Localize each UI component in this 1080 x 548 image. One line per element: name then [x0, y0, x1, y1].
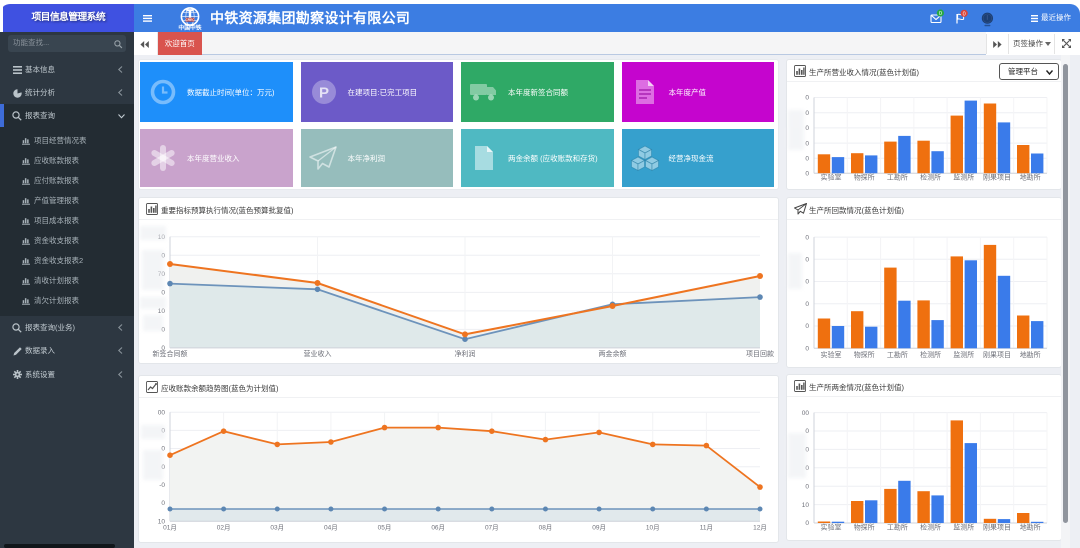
svg-text:08月: 08月: [539, 524, 553, 532]
svg-text:00: 00: [158, 409, 166, 416]
svg-text:两金余额: 两金余额: [599, 349, 627, 358]
svg-text:0: 0: [161, 500, 165, 507]
svg-text:中国中铁: 中国中铁: [178, 24, 201, 32]
svg-text:地勘所: 地勘所: [1020, 350, 1041, 359]
svg-text:0: 0: [805, 323, 809, 330]
svg-text:0: 0: [805, 279, 809, 286]
svg-text:刚果项目: 刚果项目: [983, 173, 1011, 182]
svg-text:工勘所: 工勘所: [887, 173, 908, 182]
svg-text:12月: 12月: [753, 524, 767, 532]
svg-text:工勘所: 工勘所: [887, 523, 908, 532]
svg-text:09月: 09月: [592, 524, 606, 532]
svg-text:0: 0: [805, 234, 809, 241]
svg-text:-0: -0: [159, 482, 165, 489]
svg-text:地勘所: 地勘所: [1020, 523, 1041, 532]
svg-text:05月: 05月: [378, 524, 392, 532]
svg-text:0: 0: [805, 301, 809, 308]
svg-text:刚果项目: 刚果项目: [983, 350, 1011, 359]
svg-text:实验室: 实验室: [821, 173, 842, 182]
svg-text:0: 0: [805, 257, 809, 264]
svg-text:06月: 06月: [431, 524, 445, 532]
svg-text:0: 0: [805, 170, 809, 177]
svg-text:00: 00: [802, 410, 810, 417]
svg-text:监测所: 监测所: [953, 523, 974, 532]
svg-text:项目回款: 项目回款: [746, 349, 774, 358]
svg-text:监测所: 监测所: [953, 350, 974, 359]
svg-text:01月: 01月: [163, 524, 177, 532]
svg-text:0: 0: [805, 125, 809, 132]
svg-text:0: 0: [805, 95, 809, 102]
svg-text:02月: 02月: [217, 524, 231, 532]
svg-text:检测所: 检测所: [920, 173, 941, 182]
svg-text:0: 0: [805, 483, 809, 490]
svg-text:CREC: CREC: [185, 18, 195, 22]
svg-text:实验室: 实验室: [821, 523, 842, 532]
svg-text:物探所: 物探所: [854, 173, 875, 182]
svg-text:地勘所: 地勘所: [1020, 173, 1041, 182]
svg-text:10: 10: [802, 502, 810, 509]
svg-text:P: P: [318, 84, 328, 101]
svg-text:净利润: 净利润: [455, 349, 476, 358]
svg-text:0: 0: [805, 346, 809, 353]
svg-text:0: 0: [963, 12, 966, 18]
svg-text:0: 0: [805, 520, 809, 527]
svg-text:0: 0: [805, 140, 809, 147]
svg-text:11月: 11月: [700, 524, 713, 532]
svg-text:03月: 03月: [270, 524, 284, 532]
svg-text:营业收入: 营业收入: [304, 349, 332, 358]
svg-text:刚果项目: 刚果项目: [983, 523, 1011, 532]
svg-text:工勘所: 工勘所: [887, 350, 908, 359]
svg-text:实验室: 实验室: [821, 350, 842, 359]
svg-text:0: 0: [939, 11, 942, 17]
svg-text:0: 0: [805, 155, 809, 162]
svg-text:07月: 07月: [485, 524, 499, 532]
svg-text:0: 0: [161, 290, 165, 297]
svg-text:10月: 10月: [646, 524, 660, 532]
svg-text:新签合同额: 新签合同额: [153, 349, 188, 358]
svg-text:物探所: 物探所: [854, 523, 875, 532]
svg-text:0: 0: [805, 110, 809, 117]
svg-text:检测所: 检测所: [920, 523, 941, 532]
svg-text:物探所: 物探所: [854, 350, 875, 359]
svg-text:04月: 04月: [324, 524, 338, 532]
svg-text:监测所: 监测所: [953, 173, 974, 182]
svg-text:检测所: 检测所: [920, 350, 941, 359]
